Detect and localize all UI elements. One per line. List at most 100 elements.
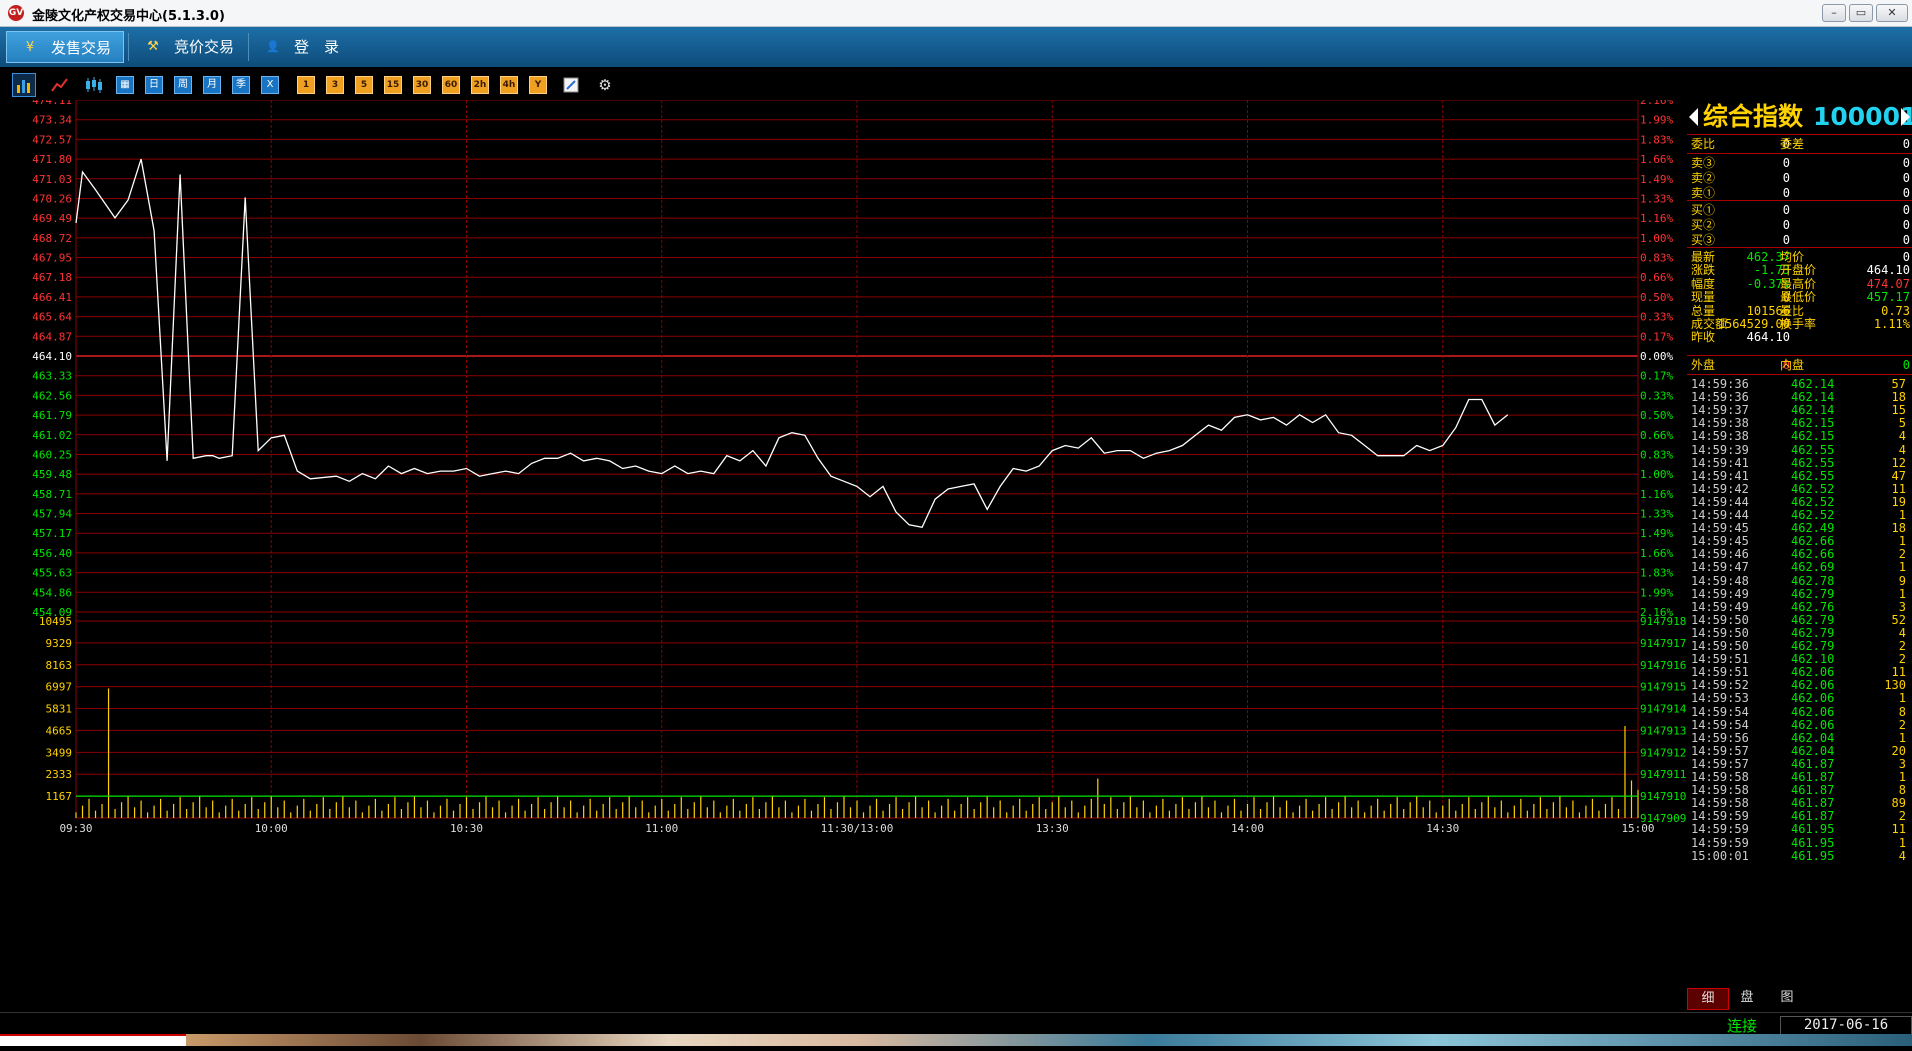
divider (1687, 247, 1912, 248)
pct-tick-label: 1.49% (1640, 173, 1673, 186)
pct-tick-label: 0.66% (1640, 429, 1673, 442)
inner-label: 内盘 (1780, 358, 1805, 372)
minute-30-button[interactable]: 30 (413, 76, 431, 94)
bids-label: 买③ (1691, 233, 1716, 247)
price-tick-label: 469.49 (32, 212, 72, 225)
tick-time: 15:00:01 (1691, 848, 1749, 863)
pct-tick-label: 0.00% (1640, 350, 1673, 363)
yen-icon: ¥ (25, 40, 35, 55)
stat-row: 昨收 464.10 (1691, 329, 1910, 345)
tab-label: 登 录 (294, 38, 340, 56)
price-axis-left: 474.11 473.34 472.57 471.80 471.03 470.26 469.… (32, 100, 72, 619)
price-lines (75, 158, 1509, 529)
volume-axis-left: 10495 9329 8163 6997 5831 4665 3499 2333 1167 (39, 615, 72, 803)
period-season-button[interactable]: 季 (232, 76, 250, 94)
bar-chart-icon (17, 80, 30, 93)
asks-label: 卖① (1691, 186, 1716, 200)
maximize-button[interactable]: ▭ (1849, 4, 1873, 22)
calendar-button[interactable]: ▦ (116, 76, 134, 94)
taskbar-app-tab[interactable] (0, 1034, 186, 1046)
divider (1687, 200, 1912, 201)
minute-5-button[interactable]: 5 (355, 76, 373, 94)
kline-chart-button[interactable] (83, 76, 105, 94)
volume-tick-label: 8163 (46, 659, 73, 672)
price-tick-label: 470.26 (32, 192, 72, 205)
asks-row: 卖③ 0 0 (1691, 155, 1910, 171)
prev-arrow-icon[interactable] (1689, 108, 1698, 126)
time-tick-label: 11:00 (645, 822, 678, 835)
chart-grid (75, 100, 1639, 819)
tab-chart[interactable]: 图 (1767, 988, 1807, 1008)
minute-1-button[interactable]: 1 (297, 76, 315, 94)
tab-bidding-trading[interactable]: ⚒ 竞价交易 (130, 31, 246, 63)
time-tick-label: 09:30 (59, 822, 92, 835)
minute-3-button[interactable]: 3 (326, 76, 344, 94)
minute-60-button[interactable]: 60 (442, 76, 460, 94)
time-tick-label: 11:30/13:00 (821, 822, 894, 835)
period-week-button[interactable]: 周 (174, 76, 192, 94)
close-button[interactable]: ✕ (1876, 4, 1908, 22)
period-month-button[interactable]: 月 (203, 76, 221, 94)
period-day-button[interactable]: 日 (145, 76, 163, 94)
price-tick-label: 472.57 (32, 133, 72, 146)
volume-tick-label: 10495 (39, 615, 72, 628)
pct-tick-label: 1.66% (1640, 153, 1673, 166)
pct-tick-label: 0.17% (1640, 370, 1673, 383)
stat-label: 昨收 (1691, 330, 1716, 345)
line-chart-button[interactable] (49, 76, 71, 94)
pct-tick-label: 1.99% (1640, 114, 1673, 127)
pct-tick-label: 1.83% (1640, 133, 1673, 146)
price-tick-label: 459.48 (32, 468, 72, 481)
hour-4-button[interactable]: 4h (500, 76, 518, 94)
minimize-button[interactable]: – (1822, 4, 1846, 22)
pct-tick-label: 1.16% (1640, 212, 1673, 225)
next-arrow-icon[interactable] (1901, 108, 1910, 126)
price-tick-label: 471.03 (32, 173, 72, 186)
volume-right-tick-label: 9147915 (1640, 681, 1686, 694)
pct-tick-label: 1.66% (1640, 547, 1673, 560)
minute-15-button[interactable]: 15 (384, 76, 402, 94)
time-axis: 09:30 10:00 10:30 11:00 11:30/13:00 13:30 14:0… (59, 822, 1654, 835)
volume-tick-label: 1167 (46, 790, 73, 803)
volume-right-tick-label: 9147914 (1640, 703, 1687, 716)
bids-label: 买① (1691, 203, 1716, 217)
tab-detail[interactable]: 细 (1687, 988, 1729, 1010)
desktop-taskbar (0, 1034, 1912, 1046)
tab-login[interactable]: 👤 登 录 (250, 31, 350, 63)
pct-tick-label: 1.00% (1640, 468, 1673, 481)
period-x-button[interactable]: X (261, 76, 279, 94)
pct-tick-label: 1.83% (1640, 567, 1673, 580)
bids-price: 0 (1782, 203, 1790, 217)
user-icon: 👤 (266, 40, 280, 53)
pct-tick-label: 1.49% (1640, 527, 1673, 540)
bids-row: 买② 0 0 (1691, 217, 1910, 233)
settings-button[interactable]: ⚙ (595, 76, 615, 94)
divider (1687, 355, 1912, 356)
pct-tick-label: 0.50% (1640, 409, 1673, 422)
price-tick-label: 455.63 (32, 567, 72, 580)
app-logo-icon: GV (8, 5, 24, 21)
price-tick-label: 461.02 (32, 429, 72, 442)
bids-price: 0 (1782, 233, 1790, 247)
asks-price: 0 (1782, 171, 1790, 185)
year-button[interactable]: Y (529, 76, 547, 94)
draw-tool-button[interactable] (561, 76, 581, 94)
price-tick-label: 462.56 (32, 389, 72, 402)
stat-value: 464.10 (1746, 330, 1790, 345)
inner-value: 0 (1902, 358, 1910, 372)
window-title: 金陵文化产权交易中心(5.1.3.0) (32, 9, 225, 24)
tab-sale-trading[interactable]: ¥ 发售交易 (6, 31, 124, 63)
tick-volume: 4 (1898, 848, 1906, 863)
tab-orderbook[interactable]: 盘 (1727, 988, 1767, 1008)
price-series-line (75, 158, 1509, 529)
price-tick-label: 456.40 (32, 547, 72, 560)
asks-vol: 0 (1902, 171, 1910, 185)
nav-divider (128, 33, 129, 61)
volume-tick-label: 9329 (46, 637, 73, 650)
status-datetime: 2017-06-16 15:00 (1780, 1016, 1912, 1050)
pct-tick-label: 0.50% (1640, 291, 1673, 304)
hour-2-button[interactable]: 2h (471, 76, 489, 94)
timeshare-chart-button[interactable] (12, 73, 36, 97)
asks-price: 0 (1782, 156, 1790, 170)
bids-row: 买③ 0 0 (1691, 232, 1910, 248)
